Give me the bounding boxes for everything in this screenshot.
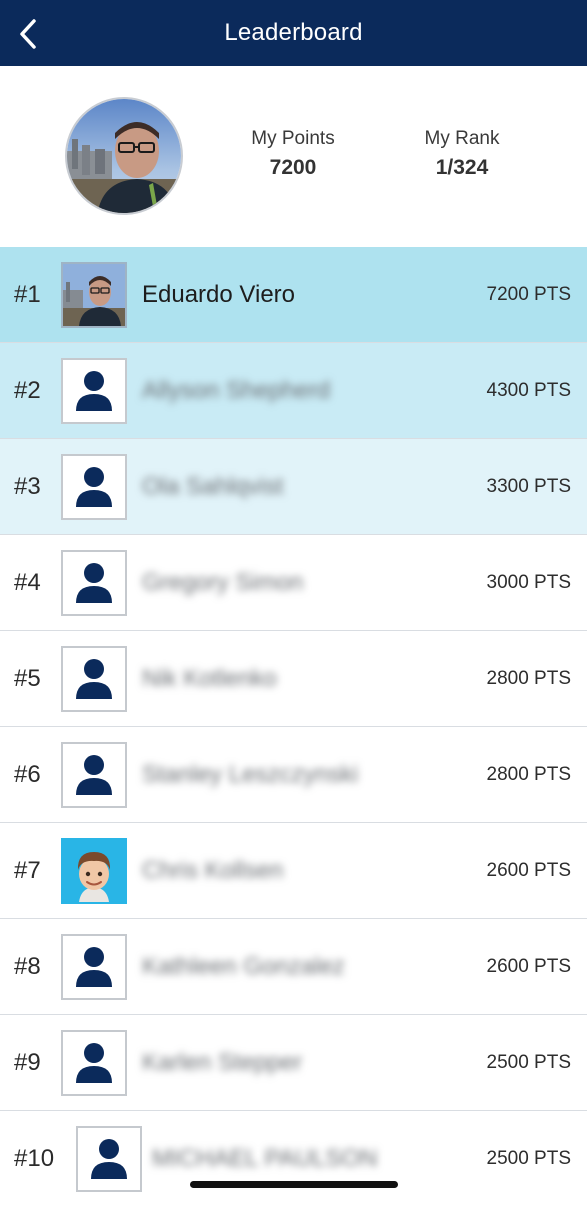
row-rank: #4 (14, 569, 41, 596)
player-name: MICHAEL PAULSON (152, 1145, 378, 1172)
leaderboard-row[interactable]: #4 Gregory Simon 3000 PTS (0, 535, 587, 631)
page-title: Leaderboard (224, 19, 363, 46)
user-icon (76, 1043, 112, 1083)
row-rank: #3 (14, 473, 41, 500)
leaderboard-row[interactable]: #9 Karlen Stepper 2500 PTS (0, 1015, 587, 1111)
player-name: Stanley Leszczynski (142, 761, 359, 788)
player-points: 7200 PTS (486, 284, 572, 305)
avatar (61, 358, 127, 424)
player-name: Ola Sahlqvist (142, 473, 284, 500)
player-name: Allyson Shepherd (142, 377, 331, 404)
player-name: Karlen Stepper (142, 1049, 303, 1076)
app-header: Leaderboard (0, 0, 587, 66)
my-rank: My Rank 1/324 (392, 128, 532, 180)
profile-avatar (65, 97, 183, 215)
user-icon (91, 1139, 127, 1179)
leaderboard-row[interactable]: #1 Eduardo Viero 7200 PTS (0, 247, 587, 343)
row-rank: #10 (14, 1145, 55, 1172)
avatar (61, 934, 127, 1000)
player-points: 4300 PTS (486, 380, 572, 401)
user-icon (76, 755, 112, 795)
avatar (61, 646, 127, 712)
player-points: 3300 PTS (486, 476, 572, 497)
avatar (61, 454, 127, 520)
user-icon (76, 371, 112, 411)
leaderboard-row[interactable]: #5 Nik Kotlenko 2800 PTS (0, 631, 587, 727)
user-icon (76, 659, 112, 699)
memoji-avatar (63, 840, 125, 902)
player-points: 2500 PTS (486, 1052, 572, 1073)
player-name: Eduardo Viero (142, 281, 295, 308)
row-rank: #1 (14, 281, 41, 308)
avatar (61, 742, 127, 808)
player-points: 3000 PTS (486, 572, 572, 593)
row-rank: #2 (14, 377, 41, 404)
player-name: Nik Kotlenko (142, 665, 277, 692)
my-points-label: My Points (251, 128, 335, 149)
avatar (61, 1030, 127, 1096)
player-points: 2600 PTS (486, 860, 572, 881)
avatar (76, 1126, 142, 1192)
player-name: Chris Kollsen (142, 857, 284, 884)
player-name: Kathleen Gonzalez (142, 953, 345, 980)
leaderboard-row[interactable]: #8 Kathleen Gonzalez 2600 PTS (0, 919, 587, 1015)
row-rank: #9 (14, 1049, 41, 1076)
user-icon (76, 947, 112, 987)
player-points: 2800 PTS (486, 668, 572, 689)
row-rank: #8 (14, 953, 41, 980)
leaderboard-row[interactable]: #7 Chris Kollsen 2600 PTS (0, 823, 587, 919)
leaderboard-row[interactable]: #10 MICHAEL PAULSON 2500 PTS (0, 1111, 587, 1207)
row-rank: #5 (14, 665, 41, 692)
profile-summary: My Points 7200 My Rank 1/324 (0, 66, 587, 247)
leaderboard-row[interactable]: #2 Allyson Shepherd 4300 PTS (0, 343, 587, 439)
leaderboard-row[interactable]: #3 Ola Sahlqvist 3300 PTS (0, 439, 587, 535)
avatar (61, 550, 127, 616)
player-points: 2600 PTS (486, 956, 572, 977)
user-icon (76, 467, 112, 507)
leaderboard-row[interactable]: #6 Stanley Leszczynski 2800 PTS (0, 727, 587, 823)
my-rank-value: 1/324 (435, 156, 489, 179)
row-rank: #7 (14, 857, 41, 884)
avatar (61, 262, 127, 328)
home-indicator[interactable] (190, 1181, 398, 1188)
my-rank-label: My Rank (424, 128, 500, 149)
player-name: Gregory Simon (142, 569, 304, 596)
my-points: My Points 7200 (223, 128, 363, 180)
player-points: 2800 PTS (486, 764, 572, 785)
player-points: 2500 PTS (486, 1148, 572, 1169)
avatar (61, 838, 127, 904)
user-icon (76, 563, 112, 603)
row-rank: #6 (14, 761, 41, 788)
my-points-value: 7200 (269, 156, 317, 179)
